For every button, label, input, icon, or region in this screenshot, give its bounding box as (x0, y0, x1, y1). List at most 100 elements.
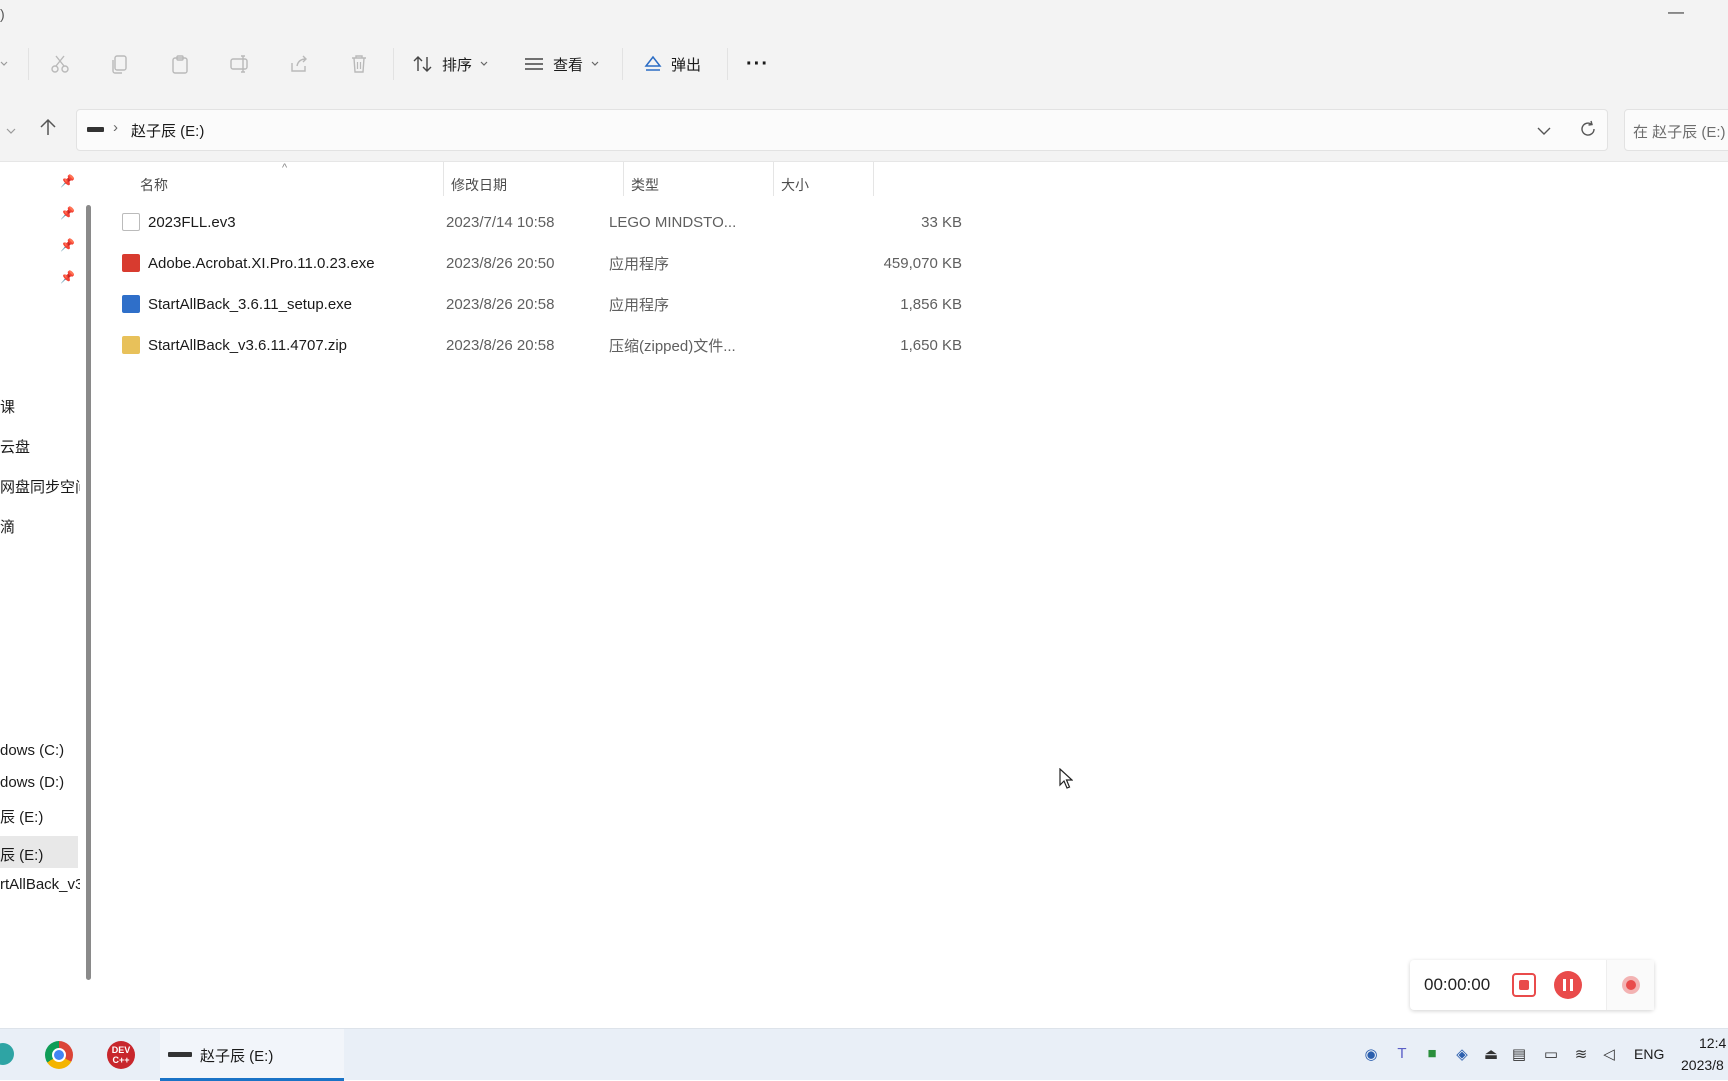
pause-icon (1563, 979, 1566, 991)
file-type: 应用程序 (609, 296, 670, 314)
file-name: 2023FLL.ev3 (148, 213, 236, 231)
toolbar-divider (727, 48, 728, 80)
eject-label: 弹出 (671, 56, 702, 74)
file-type-icon (122, 213, 140, 231)
sort-label: 排序 (442, 56, 473, 74)
search-input[interactable]: 在 赵子辰 (E:) (1624, 109, 1728, 151)
title-bar: ) — (0, 0, 1728, 36)
mouse-cursor-icon (1059, 768, 1073, 789)
new-chevron-icon[interactable] (0, 46, 8, 82)
column-header-size[interactable]: 大小 (781, 170, 809, 200)
sidebar-item-sync-space[interactable]: 网盘同步空间 (0, 476, 80, 497)
file-type: 压缩(zipped)文件... (609, 337, 736, 355)
sidebar-scrollbar[interactable] (86, 205, 91, 980)
taskbar-explorer-window[interactable]: 赵子辰 (E:) (160, 1029, 344, 1081)
delete-icon[interactable] (349, 46, 369, 82)
file-modified-date: 2023/8/26 20:58 (446, 336, 555, 354)
copy-icon[interactable] (110, 46, 130, 82)
usb-eject-icon[interactable]: ⏏ (1482, 1045, 1500, 1063)
sidebar-item-misc[interactable]: 滴 (0, 516, 15, 537)
file-type: 应用程序 (609, 255, 670, 273)
file-name: StartAllBack_3.6.11_setup.exe (148, 295, 353, 313)
column-divider[interactable] (773, 162, 774, 196)
eject-button[interactable]: 弹出 (643, 46, 701, 82)
column-header-type[interactable]: 类型 (631, 170, 659, 200)
file-size: 1,856 KB (900, 295, 962, 313)
rename-icon[interactable] (229, 46, 251, 82)
clock-time[interactable]: 12:4 (1699, 1035, 1726, 1051)
sort-button[interactable]: 排序 (412, 46, 488, 82)
column-divider[interactable] (443, 162, 444, 196)
file-type-icon (122, 336, 140, 354)
drive-icon (87, 127, 104, 132)
chevron-down-icon (480, 61, 488, 66)
file-size: 1,650 KB (900, 336, 962, 354)
input-language[interactable]: ENG (1634, 1046, 1664, 1062)
tray-grid-icon[interactable]: ■ (1423, 1045, 1441, 1063)
file-modified-date: 2023/7/14 10:58 (446, 213, 555, 231)
file-modified-date: 2023/8/26 20:50 (446, 254, 555, 272)
teams-icon[interactable]: T (1393, 1045, 1411, 1063)
sidebar-item-drive-d[interactable]: dows (D:) (0, 774, 64, 791)
share-icon[interactable] (289, 46, 309, 82)
battery-icon[interactable]: ▭ (1542, 1045, 1560, 1063)
address-row: › 赵子辰 (E:) 在 赵子辰 (E:) (0, 92, 1728, 162)
stop-recording-button[interactable] (1512, 973, 1536, 997)
taskbar: DEV C++ 赵子辰 (E:) ◉ T ■ ◈ ⏏ ▤ ▭ ≋ ◁ ENG 12… (0, 1028, 1728, 1081)
recent-locations-chevron-icon[interactable] (6, 122, 16, 139)
column-divider[interactable] (873, 162, 874, 196)
pin-icon: 📌 (60, 206, 75, 220)
clock-date[interactable]: 2023/8 (1681, 1057, 1724, 1073)
breadcrumb-drive[interactable]: 赵子辰 (E:) (131, 120, 204, 141)
sidebar-item-course[interactable]: 课 (0, 396, 15, 417)
sort-ascending-icon: ^ (282, 162, 288, 174)
screen-recorder-widget: 00:00:00 (1410, 960, 1654, 1010)
column-header-modified[interactable]: 修改日期 (451, 170, 507, 200)
table-row[interactable]: StartAllBack_3.6.11_setup.exe 2023/8/26 2… (122, 284, 974, 324)
view-button[interactable]: 查看 (523, 46, 599, 82)
navigation-pane: 📌 📌 📌 📌 课 云盘 网盘同步空间 滴 dows (C:) dows (D:… (0, 162, 80, 1002)
refresh-icon[interactable] (1579, 120, 1597, 142)
sidebar-item-drive-c[interactable]: dows (C:) (0, 742, 64, 759)
paste-icon[interactable] (170, 46, 190, 82)
chrome-center-icon (52, 1048, 66, 1062)
pin-icon: 📌 (60, 270, 75, 284)
stop-icon (1519, 980, 1529, 990)
eject-icon (644, 55, 662, 71)
address-dropdown-icon[interactable] (1537, 123, 1551, 140)
file-type-icon (122, 254, 140, 272)
table-row[interactable]: Adobe.Acrobat.XI.Pro.11.0.23.exe 2023/8/2… (122, 243, 974, 283)
edge-app-icon[interactable] (0, 1043, 14, 1065)
address-bar[interactable]: › 赵子辰 (E:) (76, 109, 1608, 151)
sidebar-item-cloud-drive[interactable]: 云盘 (0, 436, 30, 457)
toolbar-divider (393, 48, 394, 80)
wifi-icon[interactable]: ≋ (1572, 1045, 1590, 1063)
command-bar: 排序 查看 弹出 ··· (0, 36, 1728, 92)
sidebar-item-drive-e[interactable]: 辰 (E:) (0, 806, 43, 827)
pause-recording-button[interactable] (1554, 971, 1582, 999)
column-header-name[interactable]: 名称 (140, 170, 168, 200)
chevron-down-icon (591, 61, 599, 66)
more-options-button[interactable]: ··· (746, 46, 769, 82)
file-name: StartAllBack_v3.6.11.4707.zip (148, 336, 348, 354)
tray-app-icon[interactable]: ▤ (1510, 1045, 1528, 1063)
up-arrow-icon[interactable] (38, 117, 58, 141)
table-row[interactable]: StartAllBack_v3.6.11.4707.zip 2023/8/26 2… (122, 325, 974, 365)
pin-icon: 📌 (60, 174, 75, 188)
sort-icon (413, 56, 432, 72)
column-divider[interactable] (623, 162, 624, 196)
volume-icon[interactable]: ◁ (1600, 1045, 1618, 1063)
recorder-record-indicator[interactable] (1606, 960, 1654, 1010)
shield-icon[interactable]: ◈ (1453, 1045, 1471, 1063)
sidebar-item-drive-e-root[interactable]: 辰 (E:) (0, 844, 43, 865)
breadcrumb-chevron-icon[interactable]: › (113, 119, 118, 136)
pause-icon (1570, 979, 1573, 991)
cut-icon[interactable] (50, 46, 70, 82)
sidebar-item-startallback-folder[interactable]: rtAllBack_v3 (0, 876, 80, 893)
search-placeholder: 在 赵子辰 (E:) (1633, 124, 1726, 141)
devcpp-app-icon[interactable]: DEV C++ (107, 1041, 135, 1069)
minimize-button[interactable]: — (1668, 4, 1684, 22)
chrome-app-icon[interactable] (45, 1041, 73, 1069)
tray-app-icon[interactable]: ◉ (1362, 1045, 1380, 1063)
table-row[interactable]: 2023FLL.ev3 2023/7/14 10:58 LEGO MINDSTO..… (122, 202, 974, 242)
